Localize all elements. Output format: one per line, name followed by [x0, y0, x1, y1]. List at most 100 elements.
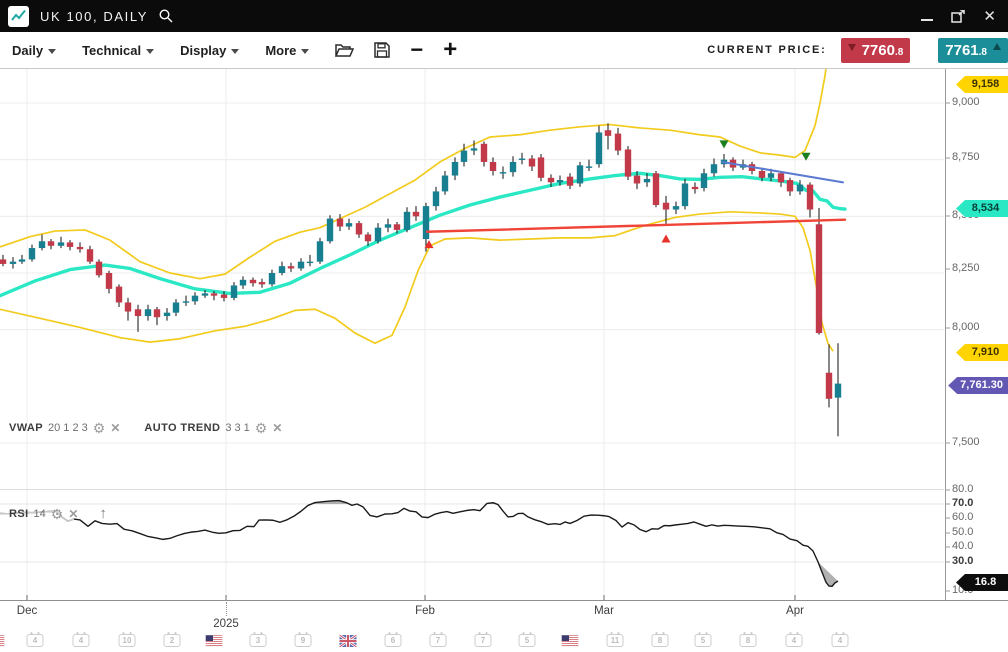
candle	[529, 159, 535, 167]
calendar-event-icon[interactable]: 4	[27, 634, 44, 647]
vwap-remove-icon[interactable]: ✕	[110, 421, 120, 435]
menu-technical[interactable]: Technical	[82, 43, 154, 58]
buy-signal-triangle-icon	[662, 234, 671, 242]
zoom-in-icon[interactable]: +	[443, 42, 457, 58]
autotrend-remove-icon[interactable]: ✕	[272, 421, 282, 435]
chevron-down-icon	[146, 49, 154, 54]
candle	[202, 293, 208, 295]
candle	[96, 262, 102, 276]
minimize-button[interactable]	[921, 0, 933, 32]
rsi-remove-icon[interactable]: ✕	[68, 507, 78, 521]
save-icon[interactable]	[374, 42, 390, 58]
window-title: UK 100, DAILY	[40, 9, 148, 24]
calendar-event-icon[interactable]: 5	[695, 634, 712, 647]
menu-display[interactable]: Display	[180, 43, 239, 58]
candle	[538, 157, 544, 177]
price-tag: 7,910	[956, 344, 1008, 361]
month-label: Feb	[415, 605, 435, 617]
candle	[307, 262, 313, 263]
candle	[135, 309, 141, 316]
calendar-event-icon[interactable]: 4	[786, 634, 803, 647]
candle	[337, 219, 343, 227]
rsi-collapse-arrow-icon[interactable]: ↑	[99, 505, 107, 522]
candle	[653, 173, 659, 205]
us-flag-icon[interactable]	[206, 634, 223, 652]
candle	[481, 144, 487, 162]
calendar-event-icon[interactable]: 7	[475, 634, 492, 647]
autotrend-settings-icon[interactable]: ⚙	[255, 423, 268, 433]
candle	[67, 242, 73, 247]
candle	[279, 266, 285, 273]
candle	[615, 134, 621, 151]
candle	[644, 179, 650, 182]
rsi-line	[0, 501, 838, 587]
autotrend-indicator-params: 3 3 1	[225, 422, 249, 434]
candle	[634, 176, 640, 184]
candle	[145, 309, 151, 316]
candle	[404, 212, 410, 230]
calendar-event-icon[interactable]: 4	[73, 634, 90, 647]
calendar-event-icon[interactable]: 4	[832, 634, 849, 647]
candle	[327, 219, 333, 242]
candle	[317, 241, 323, 261]
rsi-label-row: RSI 14 ⚙ ✕ ↑	[9, 505, 107, 522]
calendar-day-number: 11	[607, 634, 624, 647]
rsi-settings-icon[interactable]: ⚙	[51, 509, 64, 519]
calendar-event-icon[interactable]: 8	[740, 634, 757, 647]
month-label: Mar	[594, 605, 614, 617]
axis-tick-label: 8,750	[952, 151, 980, 163]
sell-price-button[interactable]: 7760.8	[841, 38, 911, 63]
calendar-event-icon[interactable]: 11	[607, 634, 624, 647]
candle	[586, 166, 592, 167]
price-axis[interactable]: 9,0008,7508,5008,2508,0007,50080.070.060…	[945, 69, 1008, 601]
calendar-event-icon[interactable]: 10	[119, 634, 136, 647]
calendar-event-icon[interactable]: 6	[385, 634, 402, 647]
calendar-event-icon[interactable]: 9	[295, 634, 312, 647]
zoom-out-icon[interactable]: −	[410, 42, 423, 58]
axis-tick-label: 40.0	[952, 540, 973, 552]
us-flag-icon[interactable]	[562, 634, 579, 652]
calendar-day-number: 10	[119, 634, 136, 647]
candle	[510, 162, 516, 172]
calendar-event-icon[interactable]: 3	[250, 634, 267, 647]
axis-tick-label: 8,000	[952, 321, 980, 333]
candle	[116, 287, 122, 303]
candle	[231, 285, 237, 297]
buy-price-button[interactable]: 7761.8	[938, 38, 1008, 63]
candle	[567, 177, 573, 186]
axis-tick-label: 9,000	[952, 96, 980, 108]
popout-button[interactable]	[951, 0, 965, 32]
search-icon[interactable]	[158, 8, 174, 24]
candle	[701, 173, 707, 188]
uk-flag-icon[interactable]	[340, 634, 357, 652]
sell-price-value: 7760	[862, 42, 895, 59]
chart-area[interactable]: VWAP 20 1 2 3 ⚙ ✕ AUTO TREND 3 3 1 ⚙ ✕ R…	[0, 68, 1008, 600]
chevron-down-icon	[48, 49, 56, 54]
calendar-event-icon[interactable]: 2	[164, 634, 181, 647]
rsi-indicator-params: 14	[34, 508, 46, 520]
open-folder-icon[interactable]	[335, 43, 354, 58]
candle	[346, 223, 352, 226]
calendar-event-icon[interactable]: 8	[652, 634, 669, 647]
time-axis[interactable]: Dec2025FebMarApr441023967751185844	[0, 600, 1008, 652]
current-price-label: CURRENT PRICE:	[707, 44, 826, 56]
calendar-day-number: 6	[385, 634, 402, 647]
candle	[164, 313, 170, 316]
axis-tick-label: 30.0	[952, 555, 973, 567]
close-button[interactable]: ✕	[983, 0, 996, 32]
vwap-settings-icon[interactable]: ⚙	[93, 423, 106, 433]
calendar-event-icon[interactable]: 7	[430, 634, 447, 647]
candle	[48, 241, 54, 246]
us-flag-icon[interactable]	[0, 634, 5, 652]
axis-tick-label: 60.0	[952, 511, 973, 523]
chevron-down-icon	[231, 49, 239, 54]
calendar-event-icon[interactable]: 5	[519, 634, 536, 647]
candle	[394, 224, 400, 230]
month-label: Apr	[786, 605, 804, 617]
calendar-day-number: 4	[27, 634, 44, 647]
menu-more[interactable]: More	[265, 43, 309, 58]
candle	[87, 249, 93, 261]
vwap-indicator-label: VWAP	[9, 422, 43, 434]
price-tag: 8,534	[956, 200, 1008, 217]
menu-daily[interactable]: Daily	[12, 43, 56, 58]
